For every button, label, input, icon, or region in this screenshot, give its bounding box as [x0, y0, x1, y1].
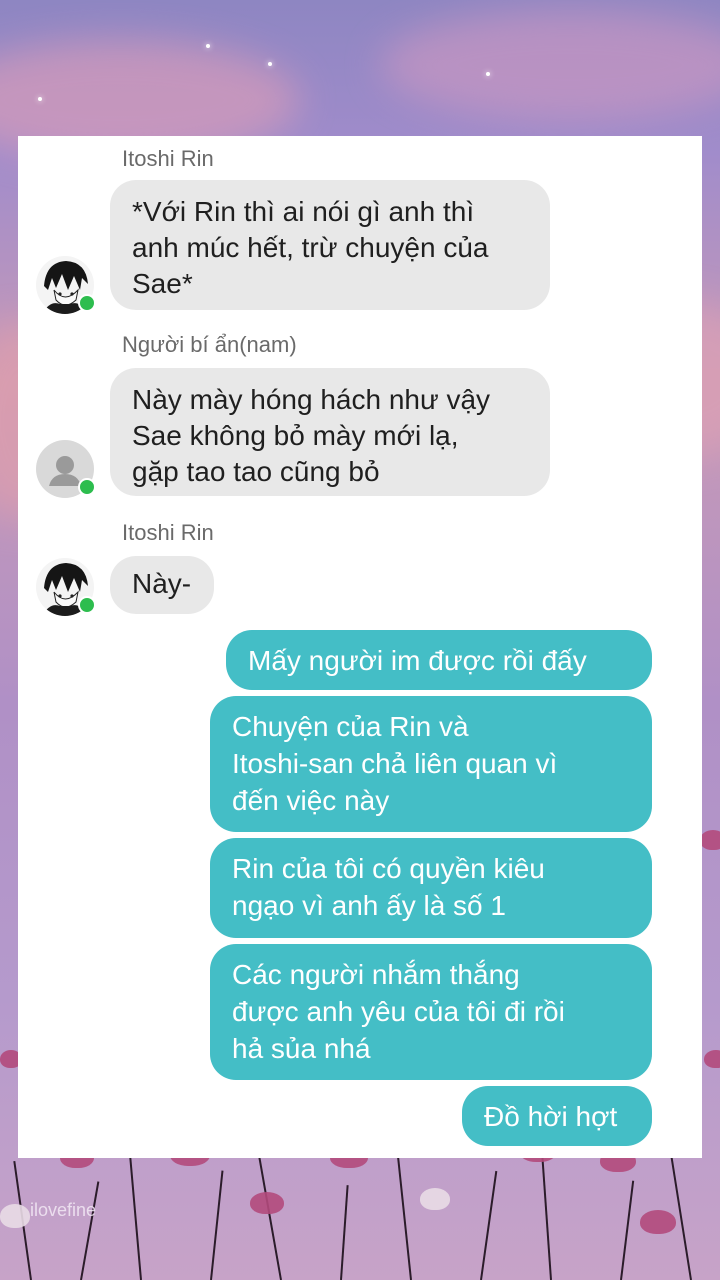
message-line: Này-: [132, 568, 192, 599]
message-line: Sae không bỏ mày mới lạ,: [132, 420, 459, 451]
cloud: [380, 10, 720, 120]
sender-name: Itoshi Rin: [122, 146, 214, 171]
message-line: Itoshi-san chả liên quan vì: [232, 748, 558, 779]
avatar[interactable]: [36, 558, 96, 616]
message-line: Sae*: [132, 268, 193, 299]
message-line: được anh yêu của tôi đi rồi: [232, 996, 565, 1027]
watermark-text: ilovefine: [30, 1200, 97, 1220]
star: [486, 72, 490, 76]
incoming-message-bubble[interactable]: Này mày hóng hách như vậy Sae không bỏ m…: [110, 368, 550, 496]
incoming-message-bubble[interactable]: Này-: [110, 556, 214, 614]
message-line: Chuyện của Rin và: [232, 711, 469, 742]
message-line: Rin của tôi có quyền kiêu: [232, 853, 545, 884]
chat-panel[interactable]: Itoshi Rin *Với Rin thì ai nói gì anh th…: [18, 136, 702, 1158]
message-line: Các người nhắm thắng: [232, 959, 520, 990]
incoming-message-bubble[interactable]: *Với Rin thì ai nói gì anh thì anh múc h…: [110, 180, 550, 310]
avatar[interactable]: [36, 256, 96, 314]
online-status-dot: [78, 596, 96, 614]
outgoing-message-bubble[interactable]: Chuyện của Rin và Itoshi-san chả liên qu…: [210, 696, 652, 832]
message-line: Này mày hóng hách như vậy: [132, 384, 491, 415]
star: [268, 62, 272, 66]
online-status-dot: [78, 478, 96, 496]
message-line: *Với Rin thì ai nói gì anh thì: [132, 196, 475, 227]
flower-field: [0, 1140, 720, 1280]
message-line: gặp tao tao cũng bỏ: [132, 456, 380, 487]
star: [38, 97, 42, 101]
outgoing-message-bubble[interactable]: Đồ hời hợt: [462, 1086, 652, 1146]
message-line: hả sủa nhá: [232, 1033, 371, 1064]
star: [206, 44, 210, 48]
outgoing-message-bubble[interactable]: Các người nhắm thắng được anh yêu của tô…: [210, 944, 652, 1080]
sender-name: Itoshi Rin: [122, 520, 214, 545]
sender-name: Người bí ẩn(nam): [122, 332, 297, 357]
message-line: đến việc này: [232, 785, 390, 816]
message-line: Mấy người im được rồi đấy: [248, 645, 587, 676]
message-line: anh múc hết, trừ chuyện của: [132, 232, 489, 263]
outgoing-message-bubble[interactable]: Mấy người im được rồi đấy: [226, 630, 652, 690]
avatar[interactable]: [36, 440, 96, 498]
outgoing-message-bubble[interactable]: Rin của tôi có quyền kiêu ngạo vì anh ấy…: [210, 838, 652, 938]
online-status-dot: [78, 294, 96, 312]
flower: [700, 830, 720, 850]
flower: [704, 1050, 720, 1068]
message-line: ngạo vì anh ấy là số 1: [232, 890, 506, 921]
message-line: Đồ hời hợt: [484, 1101, 618, 1132]
